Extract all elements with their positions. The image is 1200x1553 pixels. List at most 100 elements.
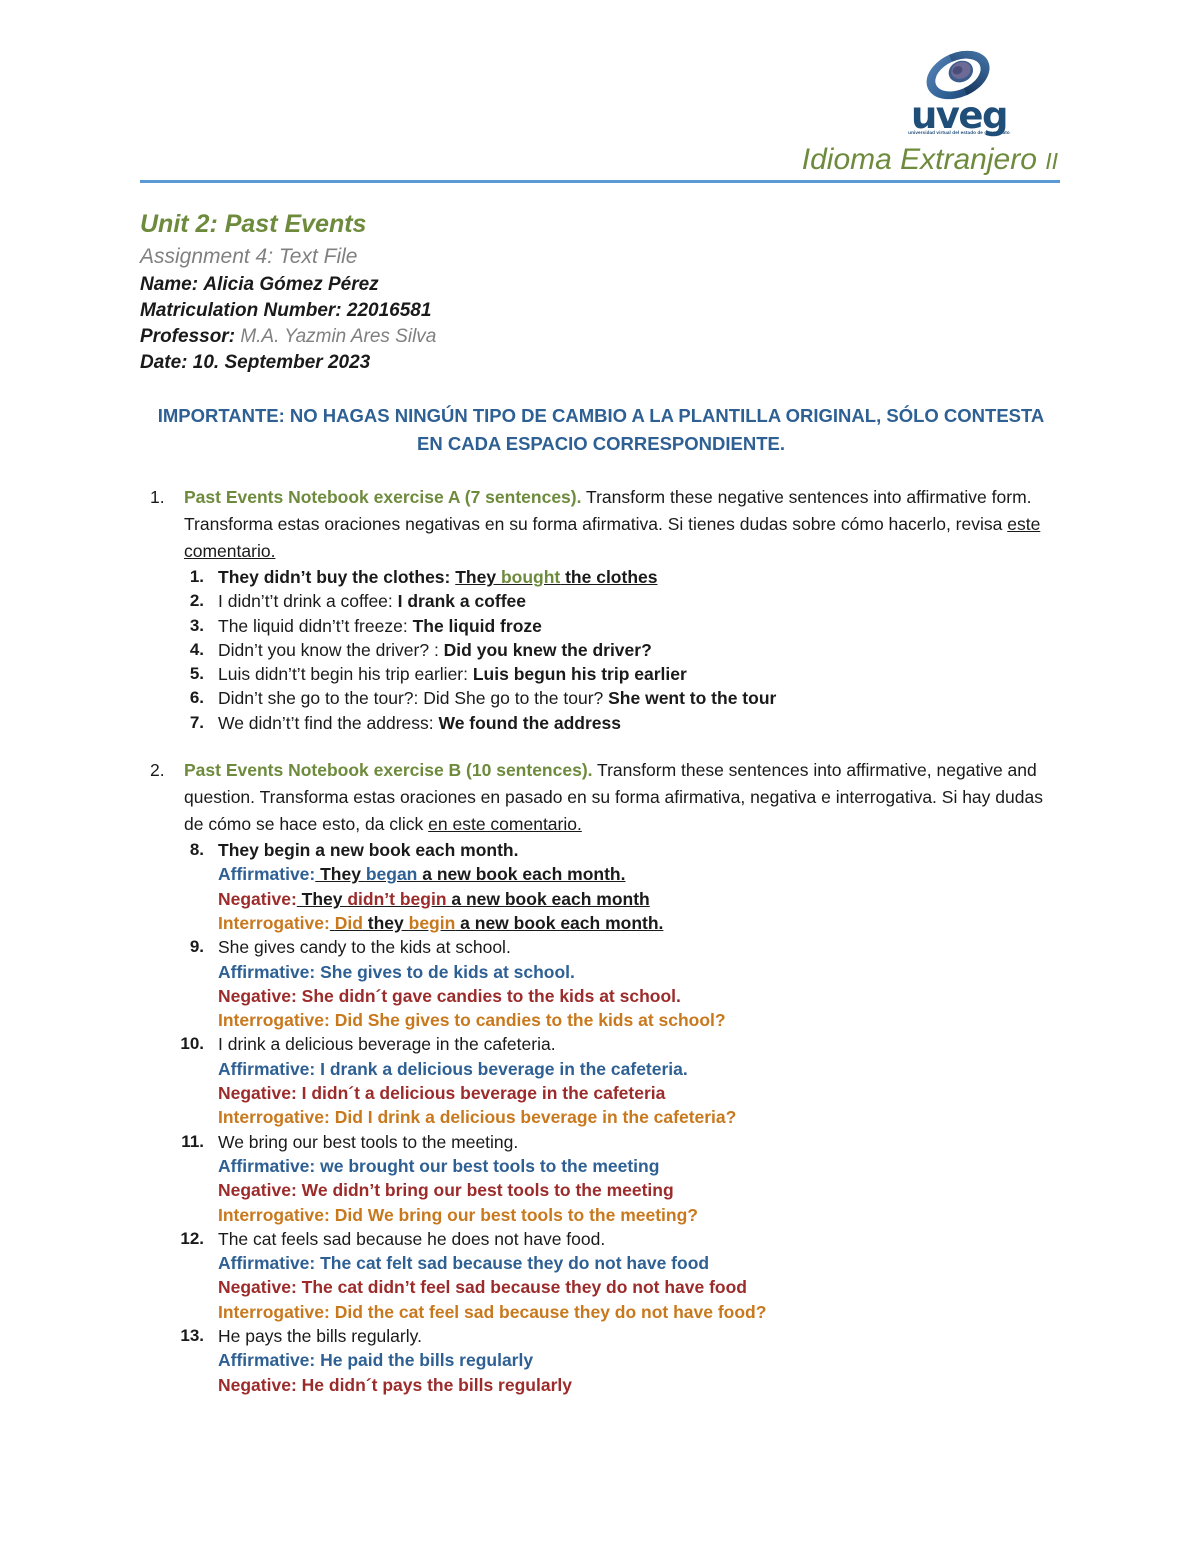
affirmative-label: Affirmative: bbox=[218, 961, 316, 982]
item-prompt-row: 11. We bring our best tools to the meetin… bbox=[140, 1130, 1060, 1154]
affirmative-verb: began bbox=[365, 864, 418, 885]
item-index: 10. bbox=[180, 1034, 204, 1054]
negative-text: She didn´t gave candies to the kids at s… bbox=[296, 985, 681, 1006]
assignment-title: Assignment 4: Text File bbox=[140, 245, 358, 268]
interrogative-line: Interrogative: Did We bring our best too… bbox=[218, 1203, 1060, 1227]
meta-matriculation-value: 22016581 bbox=[346, 300, 432, 321]
item-forms: Affirmative: She gives to de kids at sch… bbox=[140, 960, 1060, 1033]
uveg-tagline: universidad virtual del estado de guanaj… bbox=[908, 130, 1010, 135]
item-answer: The liquid froze bbox=[412, 615, 542, 636]
list-item: 11. We bring our best tools to the meetin… bbox=[140, 1130, 1060, 1227]
item-answer-verb: bought bbox=[500, 567, 561, 587]
item-prompt: I didn’t’t drink a coffee: bbox=[218, 591, 398, 612]
item-index: 9. bbox=[189, 937, 204, 957]
item-prompt-row: 13. He pays the bills regularly. bbox=[140, 1324, 1060, 1348]
item-index: 5. bbox=[189, 664, 204, 684]
item-forms: Affirmative: I drank a delicious beverag… bbox=[140, 1057, 1060, 1130]
meta-name-value: Alicia Gómez Pérez bbox=[203, 274, 379, 295]
affirmative-line: Affirmative: They began a new book each … bbox=[218, 862, 1060, 886]
item-answer: We found the address bbox=[438, 712, 621, 733]
item-prompt: She gives candy to the kids at school. bbox=[218, 937, 511, 958]
exercise-b-link[interactable]: en este comentario. bbox=[428, 814, 582, 834]
document-page: uveg universidad virtual del estado de g… bbox=[0, 0, 1200, 1553]
interrogative-text: Did We bring our best tools to the meeti… bbox=[329, 1204, 698, 1225]
affirmative-post: a new book each month. bbox=[417, 864, 626, 885]
interrogative-text: Did I drink a delicious beverage in the … bbox=[329, 1107, 737, 1128]
interrogative-text: Did She gives to candies to the kids at … bbox=[329, 1010, 726, 1031]
exercise-b-number: 2. bbox=[150, 760, 165, 781]
meta-professor-label: Professor: bbox=[140, 326, 236, 347]
item-prompt: The cat feels sad because he does not ha… bbox=[218, 1228, 606, 1249]
list-item: 10. I drink a delicious beverage in the c… bbox=[140, 1032, 1060, 1129]
affirmative-line: Affirmative: He paid the bills regularly bbox=[218, 1348, 1060, 1372]
interrogative-verb-2: begin bbox=[408, 912, 456, 933]
interrogative-post: a new book each month. bbox=[455, 912, 664, 933]
course-title: Idioma Extranjero II bbox=[802, 143, 1058, 178]
negative-line: Negative: The cat didn’t feel sad becaus… bbox=[218, 1275, 1060, 1299]
negative-label: Negative: bbox=[218, 888, 297, 909]
negative-label: Negative: bbox=[218, 1277, 297, 1298]
interrogative-label: Interrogative: bbox=[218, 1107, 330, 1128]
meta-professor-value: M.A. Yazmin Ares Silva bbox=[240, 326, 437, 347]
meta-matriculation: Matriculation Number: 22016581 bbox=[140, 298, 1060, 324]
item-prompt: Luis didn’t’t begin his trip earlier: bbox=[218, 664, 473, 685]
item-answer: She went to the tour bbox=[608, 688, 777, 709]
exercise-b-heading: 2. Past Events Notebook exercise B (10 se… bbox=[140, 757, 1060, 838]
negative-text: The cat didn’t feel sad because they do … bbox=[296, 1277, 747, 1298]
item-forms: Affirmative: They began a new book each … bbox=[140, 862, 1060, 935]
meta-matriculation-label: Matriculation Number: bbox=[140, 300, 342, 321]
exercise-a-heading: 1. Past Events Notebook exercise A (7 sen… bbox=[140, 484, 1060, 565]
item-prompt: They begin a new book each month. bbox=[218, 840, 519, 861]
list-item: 4. Didn’t you know the driver? : Did you … bbox=[140, 638, 1060, 662]
negative-line: Negative: She didn´t gave candies to the… bbox=[218, 984, 1060, 1008]
item-index: 6. bbox=[189, 688, 204, 708]
affirmative-text: He paid the bills regularly bbox=[315, 1350, 534, 1371]
title-block: Unit 2: Past Events Assignment 4: Text F… bbox=[140, 207, 1060, 376]
meta-date: Date: 10. September 2023 bbox=[140, 350, 1060, 376]
negative-text: He didn´t pays the bills regularly bbox=[296, 1374, 572, 1395]
negative-verb: didn’t begin bbox=[347, 888, 447, 909]
item-prompt: He pays the bills regularly. bbox=[218, 1326, 422, 1347]
affirmative-line: Affirmative: She gives to de kids at sch… bbox=[218, 960, 1060, 984]
affirmative-text: we brought our best tools to the meeting bbox=[315, 1155, 660, 1176]
affirmative-label: Affirmative: bbox=[218, 864, 316, 885]
exercise-a-number: 1. bbox=[150, 487, 165, 507]
item-index: 11. bbox=[181, 1131, 204, 1151]
negative-text: We didn’t bring our best tools to the me… bbox=[296, 1180, 674, 1201]
interrogative-label: Interrogative: bbox=[218, 912, 330, 933]
interrogative-label: Interrogative: bbox=[218, 1204, 330, 1225]
negative-pre: They bbox=[296, 888, 348, 909]
important-notice: IMPORTANTE: NO HAGAS NINGÚN TIPO DE CAMB… bbox=[154, 402, 1048, 458]
interrogative-text: Did the cat feel sad because they do not… bbox=[329, 1301, 767, 1322]
affirmative-line: Affirmative: we brought our best tools t… bbox=[218, 1154, 1060, 1178]
item-forms: Affirmative: The cat felt sad because th… bbox=[140, 1251, 1060, 1324]
affirmative-text: She gives to de kids at school. bbox=[315, 961, 575, 982]
item-prompt: We didn’t’t find the address: bbox=[218, 712, 439, 733]
exercise-a-lead: Past Events Notebook exercise A (7 sente… bbox=[184, 487, 582, 507]
item-answer-pre: They bbox=[455, 567, 501, 587]
course-title-suffix: II bbox=[1045, 148, 1058, 174]
item-index: 2. bbox=[189, 591, 204, 611]
item-answer: I drank a coffee bbox=[397, 591, 527, 612]
item-prompt-row: 12. The cat feels sad because he does not… bbox=[140, 1227, 1060, 1251]
affirmative-label: Affirmative: bbox=[218, 1350, 316, 1371]
negative-label: Negative: bbox=[218, 1374, 297, 1395]
negative-label: Negative: bbox=[218, 1180, 297, 1201]
item-prompt-row: 10. I drink a delicious beverage in the c… bbox=[140, 1032, 1060, 1056]
item-answer: Did you knew the driver? bbox=[443, 639, 652, 660]
item-prompt: Didn’t she go to the tour?: Did She go t… bbox=[218, 688, 609, 709]
item-index: 13. bbox=[180, 1326, 204, 1346]
list-item: 12. The cat feels sad because he does not… bbox=[140, 1227, 1060, 1324]
list-item: 2. I didn’t’t drink a coffee: I drank a c… bbox=[140, 589, 1060, 613]
interrogative-mid: they bbox=[362, 912, 409, 933]
interrogative-line: Interrogative: Did the cat feel sad beca… bbox=[218, 1300, 1060, 1324]
meta-professor: Professor: M.A. Yazmin Ares Silva bbox=[140, 324, 1060, 350]
item-prompt-row: 9. She gives candy to the kids at school. bbox=[140, 935, 1060, 959]
exercise-a-items: 1. They didn’t buy the clothes: They boug… bbox=[140, 565, 1060, 735]
negative-post: a new book each month bbox=[446, 888, 650, 909]
uveg-wordmark: uveg bbox=[910, 94, 1009, 137]
negative-line: Negative: They didn’t begin a new book e… bbox=[218, 887, 1060, 911]
item-forms: Affirmative: He paid the bills regularly… bbox=[140, 1348, 1060, 1397]
affirmative-pre: They bbox=[315, 864, 366, 885]
